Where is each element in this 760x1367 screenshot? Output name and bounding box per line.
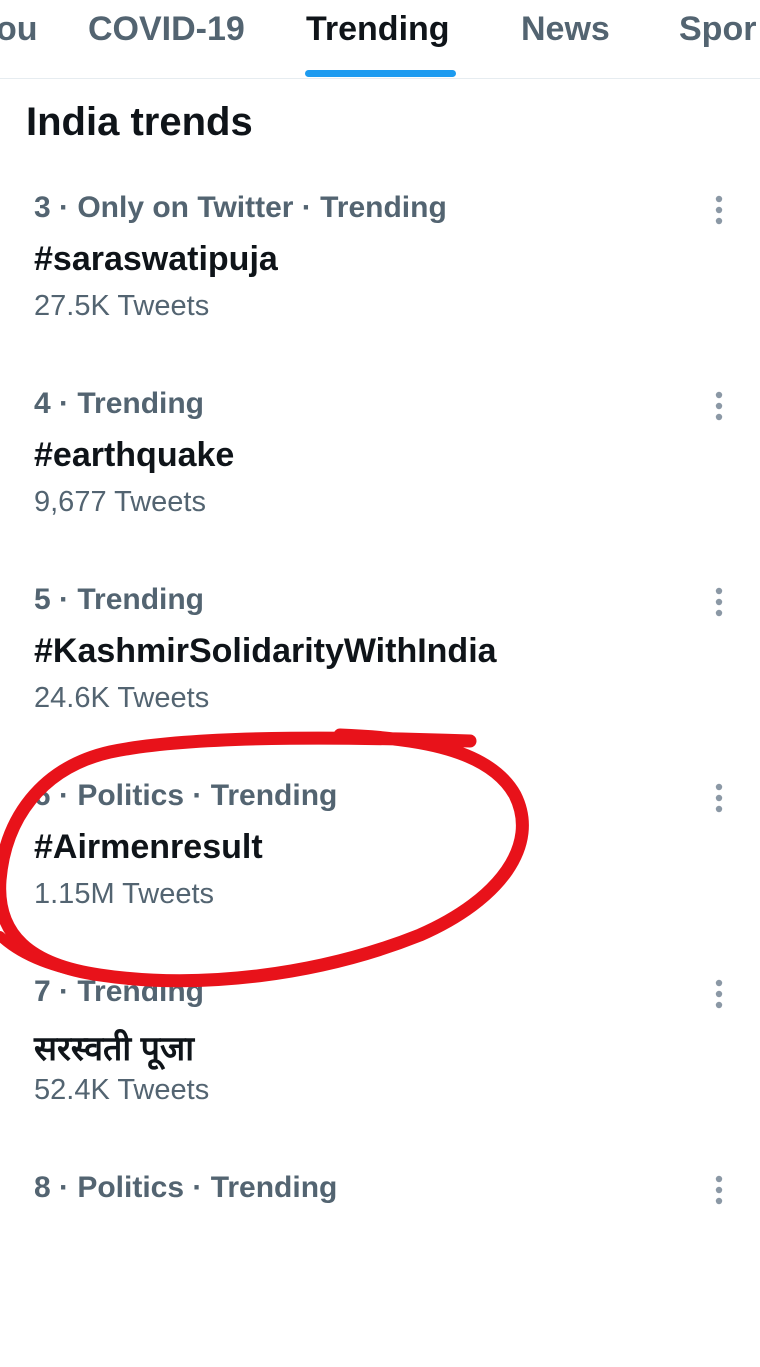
trend-tweet-count: 24.6K Tweets <box>34 682 210 714</box>
more-vertical-icon[interactable] <box>714 587 724 617</box>
trend-name: #KashmirSolidarityWithIndia <box>34 632 497 670</box>
tab-sports[interactable]: Spor <box>679 0 756 78</box>
section-title: India trends <box>26 100 253 144</box>
more-vertical-icon[interactable] <box>714 1175 724 1205</box>
tab-bar: ou COVID-19 Trending News Spor <box>0 0 760 79</box>
trend-name: सरस्वती पूजा <box>34 1030 194 1068</box>
tab-trending[interactable]: Trending <box>306 0 450 78</box>
trend-meta: 5 · Trending <box>34 583 205 616</box>
trend-item-4[interactable]: 4 · Trending #earthquake 9,677 Tweets <box>0 387 760 583</box>
more-vertical-icon[interactable] <box>714 783 724 813</box>
trend-tweet-count: 27.5K Tweets <box>34 290 210 322</box>
trend-item-6[interactable]: 6 · Politics · Trending #Airmenresult 1.… <box>0 779 760 975</box>
trend-meta: 7 · Trending <box>34 975 205 1008</box>
trend-name: #earthquake <box>34 436 235 474</box>
trend-item-7[interactable]: 7 · Trending सरस्वती पूजा 52.4K Tweets <box>0 975 760 1171</box>
trend-tweet-count: 9,677 Tweets <box>34 486 206 518</box>
trend-tweet-count: 52.4K Tweets <box>34 1074 210 1106</box>
tab-covid-19[interactable]: COVID-19 <box>88 0 245 78</box>
active-tab-indicator <box>305 70 456 77</box>
more-vertical-icon[interactable] <box>714 979 724 1009</box>
more-vertical-icon[interactable] <box>714 391 724 421</box>
trend-item-8[interactable]: 8 · Politics · Trending <box>0 1171 760 1367</box>
trend-meta: 6 · Politics · Trending <box>34 779 338 812</box>
trend-meta: 4 · Trending <box>34 387 205 420</box>
trend-item-3[interactable]: 3 · Only on Twitter · Trending #saraswat… <box>0 191 760 387</box>
more-vertical-icon[interactable] <box>714 195 724 225</box>
tab-for-you[interactable]: ou <box>0 0 38 78</box>
trend-name: #saraswatipuja <box>34 240 278 278</box>
tab-news[interactable]: News <box>521 0 610 78</box>
trend-name: #Airmenresult <box>34 828 263 866</box>
trend-meta: 3 · Only on Twitter · Trending <box>34 191 447 224</box>
trend-tweet-count: 1.15M Tweets <box>34 878 215 910</box>
trend-item-5[interactable]: 5 · Trending #KashmirSolidarityWithIndia… <box>0 583 760 779</box>
